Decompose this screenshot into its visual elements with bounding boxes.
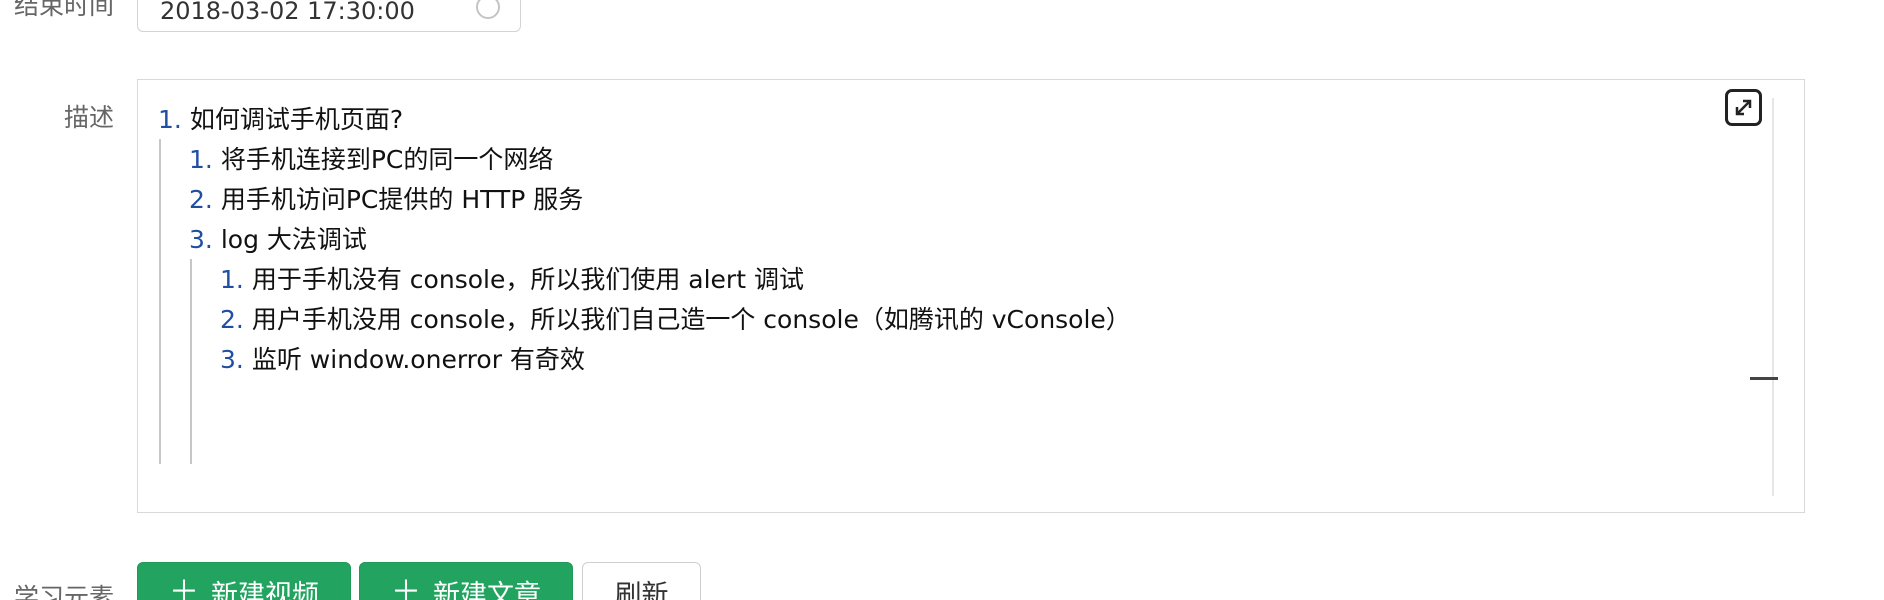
list-item: 2. 用户手机没用 console，所以我们自己造一个 console（如腾讯的 … xyxy=(158,300,1131,340)
list-number: 1. xyxy=(158,105,182,134)
list-item: 3. log 大法调试 xyxy=(158,220,1131,260)
form-page: 结束时间 2018-03-02 17:30:00 描述 1. 如何调试手机页面? … xyxy=(0,0,1884,600)
refresh-label: 刷新 xyxy=(614,579,669,600)
list-text: 用于手机没有 console，所以我们使用 alert 调试 xyxy=(251,265,804,294)
list-number: 1. xyxy=(189,145,213,174)
list-item: 1. 将手机连接到PC的同一个网络 xyxy=(158,140,1131,180)
list-text: 用户手机没用 console，所以我们自己造一个 console（如腾讯的 vC… xyxy=(251,305,1131,334)
end-time-value: 2018-03-02 17:30:00 xyxy=(160,0,415,25)
end-time-input[interactable]: 2018-03-02 17:30:00 xyxy=(137,0,521,32)
list-item: 1. 如何调试手机页面? xyxy=(158,100,1131,140)
description-editor[interactable]: 1. 如何调试手机页面? 1. 将手机连接到PC的同一个网络 2. 用手机访问PC提供… xyxy=(137,79,1805,513)
list-number: 1. xyxy=(220,265,244,294)
list-text: 监听 window.onerror 有奇效 xyxy=(251,345,585,374)
clock-icon[interactable] xyxy=(476,0,500,19)
list-item: 1. 用于手机没有 console，所以我们使用 alert 调试 xyxy=(158,260,1131,300)
new-article-label: 新建文章 xyxy=(433,579,541,600)
list-text: log 大法调试 xyxy=(220,225,367,254)
new-article-button[interactable]: ＋ 新建文章 xyxy=(359,562,573,600)
list-number: 2. xyxy=(189,185,213,214)
expand-icon xyxy=(1735,99,1752,116)
list-text: 如何调试手机页面? xyxy=(189,105,404,134)
end-time-label: 结束时间 xyxy=(13,0,114,20)
learning-elements-label: 学习元素 xyxy=(13,583,114,600)
editor-scrollbar-thumb[interactable] xyxy=(1750,377,1778,380)
list-item: 2. 用手机访问PC提供的 HTTP 服务 xyxy=(158,180,1131,220)
plus-icon: ＋ xyxy=(391,575,421,600)
list-number: 3. xyxy=(189,225,213,254)
list-number: 2. xyxy=(220,305,244,334)
editor-scrollbar-track[interactable] xyxy=(1772,98,1774,496)
new-video-button[interactable]: ＋ 新建视频 xyxy=(137,562,351,600)
list-text: 将手机连接到PC的同一个网络 xyxy=(220,145,554,174)
list-text: 用手机访问PC提供的 HTTP 服务 xyxy=(220,185,584,214)
new-video-label: 新建视频 xyxy=(211,579,319,600)
list-item: 3. 监听 window.onerror 有奇效 xyxy=(158,340,1131,380)
list-number: 3. xyxy=(220,345,244,374)
plus-icon: ＋ xyxy=(169,575,199,600)
outline-list: 1. 如何调试手机页面? 1. 将手机连接到PC的同一个网络 2. 用手机访问PC提供… xyxy=(158,100,1131,380)
fullscreen-button[interactable] xyxy=(1725,89,1762,126)
description-label: 描述 xyxy=(63,103,114,132)
refresh-button[interactable]: 刷新 xyxy=(582,562,701,600)
